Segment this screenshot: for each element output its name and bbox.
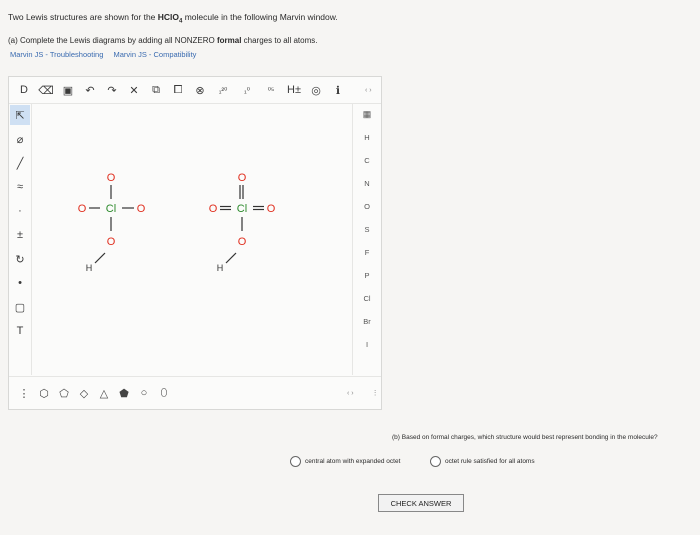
new-document-icon[interactable]: D bbox=[15, 81, 33, 99]
element-f[interactable]: F bbox=[365, 241, 370, 264]
toolbar-scroll-arrows[interactable]: ‹ › bbox=[365, 87, 372, 94]
bond-tool-icon[interactable]: ╱ bbox=[10, 153, 30, 173]
s1-bottom-oxygen: O bbox=[107, 236, 116, 248]
clean-icon[interactable]: ⁰⁵ bbox=[261, 81, 281, 99]
paste-icon[interactable]: ⧠ bbox=[169, 81, 187, 99]
part-b-question: (b) Based on formal charges, which struc… bbox=[392, 434, 658, 441]
option-octet-satisfied[interactable]: octet rule satisfied for all atoms bbox=[430, 456, 535, 467]
arrow-tool-icon[interactable]: ↻ bbox=[10, 249, 30, 269]
zoom-icon[interactable]: ⊗ bbox=[191, 81, 209, 99]
octet-satisfied-label: octet rule satisfied for all atoms bbox=[445, 458, 535, 465]
s2-chlorine: Cl bbox=[237, 203, 247, 215]
element-p[interactable]: P bbox=[364, 264, 369, 287]
circle-icon[interactable]: ○ bbox=[137, 386, 151, 400]
molecule-formula: HClO bbox=[157, 12, 180, 22]
select-tool-icon[interactable]: ⇱ bbox=[10, 105, 30, 125]
part-a-instruction: (a) Complete the Lewis diagrams by addin… bbox=[8, 36, 317, 45]
expanded-octet-radio[interactable] bbox=[290, 456, 301, 467]
shape-tool-icon[interactable]: ▢ bbox=[10, 297, 30, 317]
s2-hydrogen: H bbox=[217, 263, 224, 273]
part-a-suffix: charges to all atoms. bbox=[241, 36, 318, 45]
bottom-toolbar: ⋮ ⬡ ⬠ ◇ △ ⬟ ○ ⬯ ‹ › ⋮ bbox=[9, 376, 381, 409]
undo-icon[interactable]: ↶ bbox=[81, 81, 99, 99]
zoom-in-icon[interactable]: ₁²⁰ bbox=[213, 81, 233, 99]
s1-hydrogen: H bbox=[86, 263, 93, 273]
cyclopentane-icon[interactable]: ⬠ bbox=[57, 386, 71, 400]
text-tool-icon[interactable]: T bbox=[10, 321, 30, 341]
element-palette: ▦ H C N O S F P Cl Br I bbox=[352, 103, 381, 375]
s1-left-oxygen: O bbox=[78, 203, 87, 215]
s1-right-oxygen: O bbox=[137, 203, 146, 215]
ring-icon[interactable]: ⬯ bbox=[157, 386, 171, 400]
intro-text: Two Lewis structures are shown for the H… bbox=[8, 12, 338, 25]
s2-right-oxygen: O bbox=[267, 203, 276, 215]
element-i[interactable]: I bbox=[366, 333, 368, 356]
intro-prefix: Two Lewis structures are shown for the bbox=[8, 12, 158, 22]
save-icon[interactable]: ▣ bbox=[59, 81, 77, 99]
structure-1[interactable]: O O Cl O O H bbox=[78, 172, 146, 273]
redo-icon[interactable]: ↷ bbox=[103, 81, 121, 99]
zoom-out-icon[interactable]: ₁⁰ bbox=[237, 81, 257, 99]
settings-icon[interactable]: ◎ bbox=[307, 81, 325, 99]
more-templates-icon[interactable]: ⋮ bbox=[17, 386, 31, 400]
intro-suffix: molecule in the following Marvin window. bbox=[182, 12, 338, 22]
help-links: Marvin JS - Troubleshooting Marvin JS - … bbox=[10, 50, 204, 59]
pentagon-icon[interactable]: ⬟ bbox=[117, 386, 131, 400]
s1-chlorine: Cl bbox=[106, 203, 116, 215]
option-expanded-octet[interactable]: central atom with expanded octet bbox=[290, 456, 400, 467]
left-toolbar: ⇱ ⌀ ╱ ≈ · ± ↻ • ▢ T bbox=[9, 103, 32, 375]
part-a-bold: formal bbox=[216, 36, 242, 45]
cut-icon[interactable]: ✕ bbox=[125, 81, 143, 99]
radical-tool-icon[interactable]: • bbox=[10, 273, 30, 293]
troubleshooting-link[interactable]: Marvin JS - Troubleshooting bbox=[10, 50, 103, 59]
marvin-editor: D ⌫ ▣ ↶ ↷ ✕ ⧉ ⧠ ⊗ ₁²⁰ ₁⁰ ⁰⁵ H± ◎ ℹ ‹ › ⇱… bbox=[8, 76, 382, 410]
info-icon[interactable]: ℹ bbox=[329, 81, 347, 99]
charge-tool-icon[interactable]: ± bbox=[10, 225, 30, 245]
cyclopropane-icon[interactable]: △ bbox=[97, 386, 111, 400]
structure-2[interactable]: O O Cl O O H bbox=[209, 172, 276, 273]
erase-icon[interactable]: ⌫ bbox=[37, 81, 55, 99]
element-cl[interactable]: Cl bbox=[363, 287, 370, 310]
periodic-table-icon[interactable]: ▦ bbox=[363, 103, 372, 126]
element-n[interactable]: N bbox=[364, 172, 369, 195]
s2-top-oxygen: O bbox=[238, 172, 247, 184]
side-scroll-arrows[interactable]: ⋮ bbox=[372, 389, 379, 397]
cyclobutane-icon[interactable]: ◇ bbox=[77, 386, 91, 400]
chain-tool-icon[interactable]: ≈ bbox=[10, 177, 30, 197]
s1-top-oxygen: O bbox=[107, 172, 116, 184]
bottom-scroll-arrows[interactable]: ‹ › bbox=[347, 390, 354, 397]
element-br[interactable]: Br bbox=[363, 310, 371, 333]
top-toolbar: D ⌫ ▣ ↶ ↷ ✕ ⧉ ⧠ ⊗ ₁²⁰ ₁⁰ ⁰⁵ H± ◎ ℹ ‹ › bbox=[9, 77, 381, 104]
drawing-canvas[interactable]: O O Cl O O H O O Cl O O H bbox=[31, 103, 353, 375]
part-a-prefix: (a) Complete the Lewis diagrams by addin… bbox=[8, 36, 217, 45]
element-h[interactable]: H bbox=[364, 126, 369, 149]
copy-icon[interactable]: ⧉ bbox=[147, 81, 165, 99]
benzene-icon[interactable]: ⬡ bbox=[37, 386, 51, 400]
hydrogen-icon[interactable]: H± bbox=[285, 81, 303, 99]
lone-pair-tool-icon[interactable]: · bbox=[10, 201, 30, 221]
expanded-octet-label: central atom with expanded octet bbox=[305, 458, 401, 465]
check-answer-button[interactable]: CHECK ANSWER bbox=[378, 494, 464, 512]
s2-bottom-oxygen: O bbox=[238, 236, 247, 248]
element-o[interactable]: O bbox=[364, 195, 370, 218]
s2-left-oxygen: O bbox=[209, 203, 218, 215]
element-c[interactable]: C bbox=[364, 149, 369, 172]
eraser-tool-icon[interactable]: ⌀ bbox=[10, 129, 30, 149]
compatibility-link[interactable]: Marvin JS - Compatibility bbox=[113, 50, 196, 59]
octet-satisfied-radio[interactable] bbox=[430, 456, 441, 467]
element-s[interactable]: S bbox=[364, 218, 369, 241]
